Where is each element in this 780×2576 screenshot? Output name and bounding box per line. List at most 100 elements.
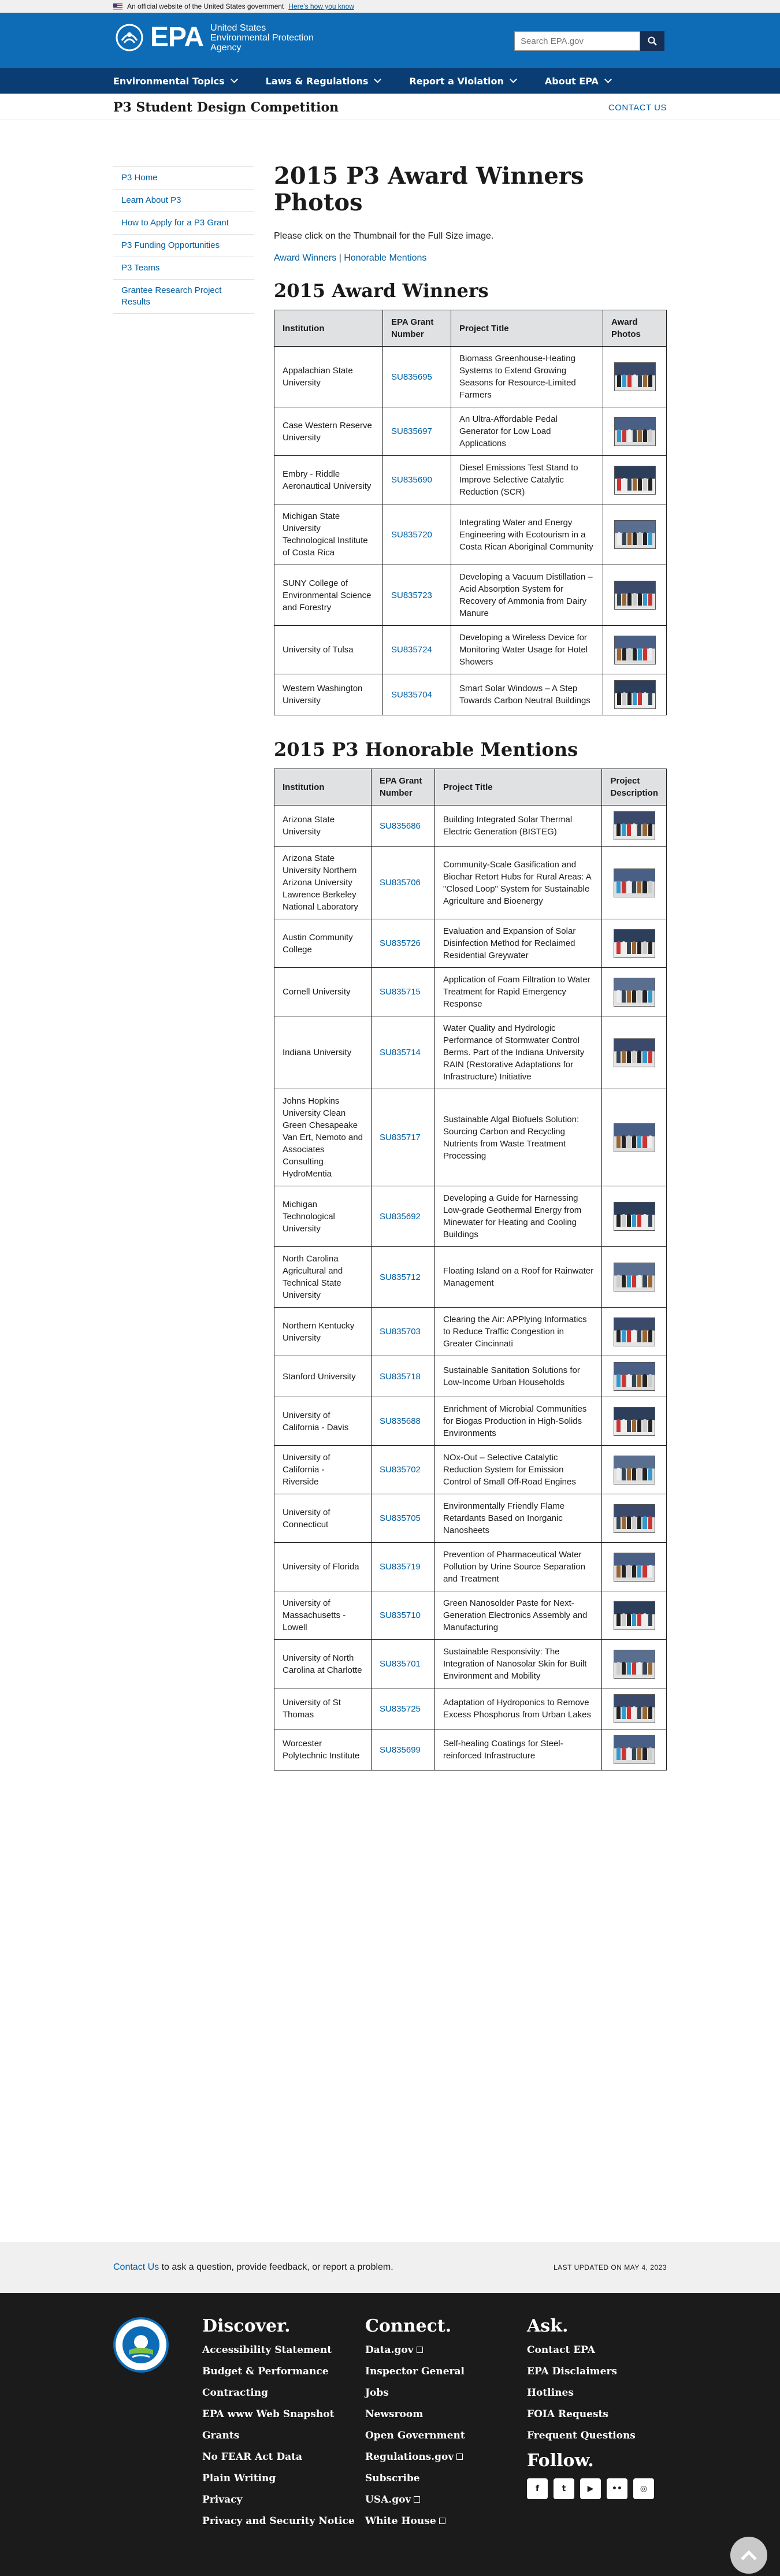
footer-contact-link[interactable]: Contact Us: [113, 2262, 159, 2272]
grant-number-link[interactable]: SU835705: [380, 1513, 421, 1523]
footer-link[interactable]: Inspector General: [365, 2365, 465, 2378]
sidenav-item-learn-about-p3[interactable]: Learn About P3: [113, 190, 254, 212]
footer-link[interactable]: USA.gov: [365, 2493, 465, 2506]
footer-link[interactable]: No FEAR Act Data: [202, 2451, 355, 2463]
grant-number-link[interactable]: SU835686: [380, 821, 421, 831]
grant-number-link[interactable]: SU835724: [391, 645, 432, 655]
grant-number-link[interactable]: SU835710: [380, 1610, 421, 1620]
award-photo-thumbnail[interactable]: [613, 1038, 655, 1067]
award-winners-link[interactable]: Award Winners: [274, 253, 336, 263]
grant-number-link[interactable]: SU835697: [391, 426, 432, 436]
sidenav-item-results[interactable]: Grantee Research Project Results: [113, 280, 254, 314]
microsite-title[interactable]: P3 Student Design Competition: [113, 100, 339, 120]
award-photo-thumbnail[interactable]: [613, 929, 655, 958]
search-button[interactable]: [640, 31, 664, 51]
award-photo-thumbnail[interactable]: [613, 1552, 655, 1582]
award-photo-thumbnail[interactable]: [613, 1362, 655, 1391]
award-photo-thumbnail[interactable]: [614, 635, 656, 665]
grant-number-link[interactable]: SU835701: [380, 1659, 421, 1669]
award-photo-thumbnail[interactable]: [614, 520, 656, 549]
footer-link[interactable]: Frequent Questions: [527, 2429, 654, 2442]
grant-number-link[interactable]: SU835702: [380, 1465, 421, 1475]
honorable-row: Cornell University SU835715 Application of…: [274, 967, 667, 1016]
footer-link[interactable]: Regulations.gov: [365, 2451, 465, 2463]
back-to-top-button[interactable]: [730, 2537, 767, 2574]
honorable-mentions-link[interactable]: Honorable Mentions: [344, 253, 426, 263]
grant-number-link[interactable]: SU835725: [380, 1704, 421, 1714]
footer-link[interactable]: Grants: [202, 2429, 355, 2442]
award-photo-thumbnail[interactable]: [613, 1601, 655, 1630]
grant-number-link[interactable]: SU835690: [391, 475, 432, 485]
flickr-icon[interactable]: ••: [607, 2478, 627, 2499]
twitter-icon[interactable]: t: [554, 2478, 574, 2499]
footer-link[interactable]: FOIA Requests: [527, 2408, 654, 2421]
award-photo-thumbnail[interactable]: [613, 1504, 655, 1533]
footer-link[interactable]: Open Government: [365, 2429, 465, 2442]
epa-logo[interactable]: EPA United States Environmental Protecti…: [113, 23, 314, 53]
grant-number-link[interactable]: SU835712: [380, 1272, 421, 1282]
award-photo-thumbnail[interactable]: [613, 1123, 655, 1152]
footer-link[interactable]: Jobs: [365, 2386, 465, 2399]
youtube-icon[interactable]: ▶: [580, 2478, 601, 2499]
footer-link[interactable]: Privacy: [202, 2493, 355, 2506]
footer-link[interactable]: Contact EPA: [527, 2344, 654, 2356]
award-photo-thumbnail[interactable]: [613, 868, 655, 897]
award-photo-thumbnail[interactable]: [613, 1317, 655, 1346]
nav-about-epa[interactable]: About EPA: [545, 68, 612, 94]
award-photo-thumbnail[interactable]: [613, 1406, 655, 1436]
nav-laws-regulations[interactable]: Laws & Regulations: [266, 68, 382, 94]
award-photo-thumbnail[interactable]: [613, 1263, 655, 1291]
contact-us-link[interactable]: CONTACT US: [608, 103, 667, 120]
footer-link[interactable]: Contracting: [202, 2386, 355, 2399]
grant-number-link[interactable]: SU835718: [380, 1372, 421, 1382]
sidenav-item-teams[interactable]: P3 Teams: [113, 257, 254, 280]
grant-number-link[interactable]: SU835692: [380, 1212, 421, 1222]
sidenav-item-how-to-apply[interactable]: How to Apply for a P3 Grant: [113, 212, 254, 235]
grant-number-link[interactable]: SU835717: [380, 1133, 421, 1142]
footer-link[interactable]: Budget & Performance: [202, 2365, 355, 2378]
grant-number-link[interactable]: SU835695: [391, 372, 432, 382]
heres-how-you-know-link[interactable]: Here's how you know: [288, 2, 354, 10]
award-photo-thumbnail[interactable]: [613, 1455, 655, 1484]
award-photo-thumbnail[interactable]: [613, 811, 655, 840]
award-photo-thumbnail[interactable]: [614, 362, 656, 391]
footer-link[interactable]: Hotlines: [527, 2386, 654, 2399]
nav-environmental-topics[interactable]: Environmental Topics: [113, 68, 238, 94]
footer-link[interactable]: Subscribe: [365, 2472, 465, 2485]
grant-number-link[interactable]: SU835715: [380, 987, 421, 997]
award-photo-thumbnail[interactable]: [613, 1649, 655, 1679]
footer-link[interactable]: Privacy and Security Notice: [202, 2515, 355, 2527]
award-photo-thumbnail[interactable]: [614, 417, 656, 446]
grant-number-link[interactable]: SU835720: [391, 530, 432, 540]
award-photo-thumbnail[interactable]: [613, 1202, 655, 1231]
footer-link[interactable]: EPA www Web Snapshot: [202, 2408, 355, 2421]
nav-report-violation[interactable]: Report a Violation: [409, 68, 517, 94]
grant-number-link[interactable]: SU835699: [380, 1745, 421, 1755]
award-photo-thumbnail[interactable]: [613, 1694, 655, 1723]
footer-link[interactable]: Data.gov: [365, 2344, 465, 2356]
footer-link[interactable]: Accessibility Statement: [202, 2344, 355, 2356]
facebook-icon[interactable]: f: [527, 2478, 548, 2499]
grant-number-link[interactable]: SU835726: [380, 938, 421, 948]
grant-number-link[interactable]: SU835703: [380, 1327, 421, 1337]
grant-number-link[interactable]: SU835688: [380, 1416, 421, 1426]
award-photo-thumbnail[interactable]: [614, 680, 656, 709]
award-photo-thumbnail[interactable]: [613, 977, 655, 1007]
award-photo-thumbnail[interactable]: [614, 465, 656, 495]
award-photo-thumbnail[interactable]: [613, 1735, 655, 1764]
grant-number-link[interactable]: SU835714: [380, 1048, 421, 1057]
footer-link[interactable]: EPA Disclaimers: [527, 2365, 654, 2378]
instagram-icon[interactable]: ◎: [633, 2478, 654, 2499]
institution-cell: Appalachian State University: [274, 346, 383, 407]
sidenav-item-funding[interactable]: P3 Funding Opportunities: [113, 235, 254, 257]
grant-number-link[interactable]: SU835723: [391, 591, 432, 600]
grant-number-link[interactable]: SU835706: [380, 878, 421, 888]
search-input[interactable]: [514, 31, 640, 51]
footer-link[interactable]: White House: [365, 2515, 465, 2527]
award-photo-thumbnail[interactable]: [614, 581, 656, 610]
sidenav-item-p3-home[interactable]: P3 Home: [113, 166, 254, 190]
footer-link[interactable]: Newsroom: [365, 2408, 465, 2421]
footer-link[interactable]: Plain Writing: [202, 2472, 355, 2485]
grant-number-link[interactable]: SU835704: [391, 690, 432, 700]
grant-number-link[interactable]: SU835719: [380, 1562, 421, 1572]
